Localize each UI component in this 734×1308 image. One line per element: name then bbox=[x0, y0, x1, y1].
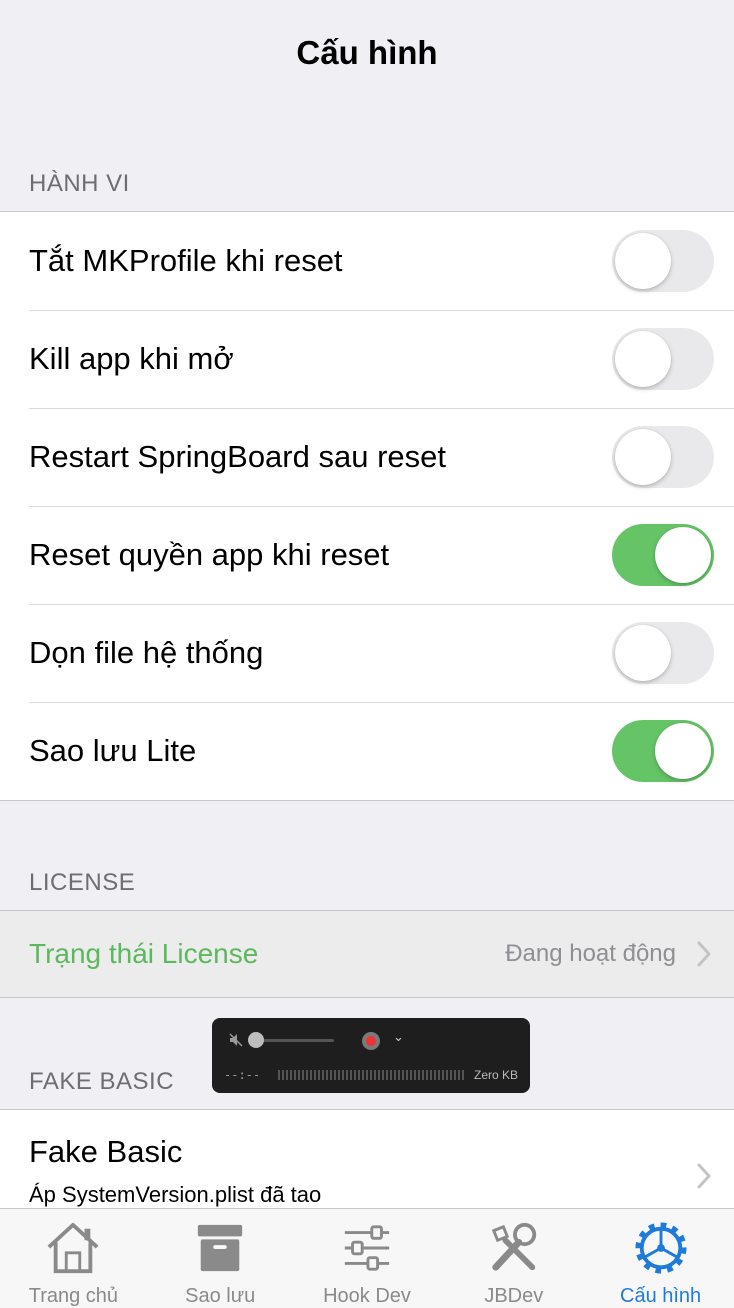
setting-label: Tắt MKProfile khi reset bbox=[29, 243, 343, 278]
toggle-knob bbox=[615, 331, 671, 387]
setting-row-backup-lite: Sao lưu Lite bbox=[0, 702, 734, 800]
toggle-switch[interactable] bbox=[612, 230, 714, 292]
chevron-down-icon[interactable]: ⌄ bbox=[393, 1029, 404, 1045]
license-group: Trạng thái License Đang hoạt động bbox=[0, 910, 734, 998]
toggle-switch[interactable] bbox=[612, 328, 714, 390]
tab-label: Sao lưu bbox=[185, 1285, 256, 1307]
toggle-knob bbox=[615, 233, 671, 289]
tab-hook-dev[interactable]: Hook Dev bbox=[294, 1209, 441, 1308]
license-status-row[interactable]: Trạng thái License Đang hoạt động bbox=[0, 911, 734, 997]
fake-basic-subtitle: Áp SystemVersion.plist đã tao bbox=[29, 1182, 322, 1207]
archive-icon bbox=[198, 1224, 243, 1272]
license-status-label: Trạng thái License bbox=[29, 938, 259, 969]
setting-label: Kill app khi mở bbox=[29, 341, 234, 376]
tab-bar: Trang chủ Sao lưu Hook Dev JBDev Cấu hìn… bbox=[0, 1208, 734, 1308]
speaker-mute-icon[interactable] bbox=[228, 1032, 244, 1048]
setting-row-restart-springboard: Restart SpringBoard sau reset bbox=[0, 408, 734, 506]
tab-label: Trang chủ bbox=[28, 1285, 119, 1307]
section-header-license: LICENSE bbox=[29, 869, 136, 896]
tools-icon bbox=[491, 1222, 536, 1271]
toggle-knob bbox=[615, 625, 671, 681]
setting-label: Reset quyền app khi reset bbox=[29, 537, 390, 572]
toggle-switch[interactable] bbox=[612, 426, 714, 488]
sliders-icon bbox=[344, 1225, 390, 1271]
setting-row-reset-permissions: Reset quyền app khi reset bbox=[0, 506, 734, 604]
tab-label: Cấu hình bbox=[620, 1285, 702, 1307]
gear-icon bbox=[635, 1222, 687, 1274]
setting-row-disable-mkprofile: Tắt MKProfile khi reset bbox=[0, 212, 734, 310]
tab-backup[interactable]: Sao lưu bbox=[147, 1209, 294, 1308]
setting-row-clean-system-files: Dọn file hệ thống bbox=[0, 604, 734, 702]
toggle-switch[interactable] bbox=[612, 524, 714, 586]
chevron-right-icon bbox=[697, 1163, 711, 1189]
chevron-right-icon bbox=[697, 941, 711, 967]
setting-label: Restart SpringBoard sau reset bbox=[29, 439, 446, 474]
fake-basic-title: Fake Basic bbox=[29, 1134, 183, 1169]
section-header-behavior: HÀNH VI bbox=[29, 170, 130, 197]
tab-label: Hook Dev bbox=[323, 1285, 411, 1307]
setting-label: Dọn file hệ thống bbox=[29, 635, 264, 670]
page-title: Cấu hình bbox=[296, 34, 438, 71]
record-button[interactable] bbox=[362, 1032, 380, 1050]
volume-slider-handle[interactable] bbox=[248, 1032, 264, 1048]
toggle-knob bbox=[655, 527, 711, 583]
setting-label: Sao lưu Lite bbox=[29, 733, 197, 768]
audio-level-meter bbox=[278, 1070, 464, 1080]
section-header-fake-basic: FAKE BASIC bbox=[29, 1068, 175, 1095]
volume-slider-track[interactable] bbox=[258, 1039, 334, 1042]
screen-recorder-overlay: ⌄ --:-- Zero KB bbox=[212, 1018, 530, 1093]
toggle-switch[interactable] bbox=[612, 720, 714, 782]
toggle-knob bbox=[655, 723, 711, 779]
tab-settings[interactable]: Cấu hình bbox=[587, 1209, 734, 1308]
toggle-switch[interactable] bbox=[612, 622, 714, 684]
recording-time: --:-- bbox=[224, 1068, 261, 1082]
license-status-value: Đang hoạt động bbox=[505, 940, 676, 967]
fake-basic-row[interactable]: Fake Basic Áp SystemVersion.plist đã tao bbox=[0, 1110, 734, 1210]
tab-jbdev[interactable]: JBDev bbox=[440, 1209, 587, 1308]
toggle-knob bbox=[615, 429, 671, 485]
fake-basic-group: Fake Basic Áp SystemVersion.plist đã tao bbox=[0, 1109, 734, 1210]
behavior-group: Tắt MKProfile khi reset Kill app khi mở … bbox=[0, 211, 734, 801]
tab-home[interactable]: Trang chủ bbox=[0, 1209, 147, 1308]
tab-label: JBDev bbox=[484, 1285, 544, 1307]
recording-size: Zero KB bbox=[473, 1068, 518, 1082]
home-icon bbox=[47, 1222, 99, 1274]
setting-row-kill-app: Kill app khi mở bbox=[0, 310, 734, 408]
